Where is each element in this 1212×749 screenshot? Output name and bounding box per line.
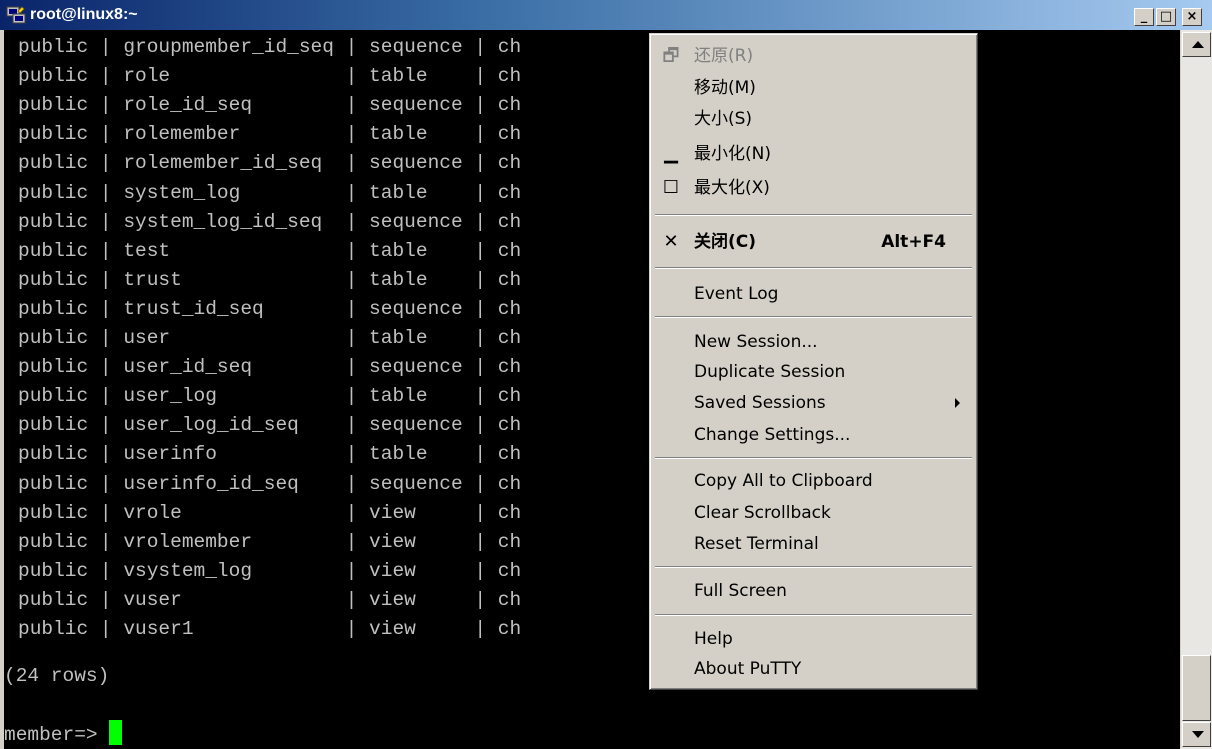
table-row: public | vuser | view | ch — [18, 588, 522, 611]
menu-label-copy-all: Copy All to Clipboard — [694, 471, 873, 491]
menu-item-change-settings[interactable]: Change Settings... — [653, 421, 974, 449]
menu-item-about[interactable]: About PuTTY — [653, 655, 974, 683]
arrow-down-icon — [1192, 731, 1204, 738]
menu-separator — [655, 614, 972, 616]
menu-label-reset-terminal: Reset Terminal — [694, 534, 819, 554]
menu-item-close[interactable]: ✕ 关闭(C) Alt+F4 — [653, 228, 974, 256]
table-row: public | user_log | table | ch — [18, 385, 522, 408]
menu-label-full-screen: Full Screen — [694, 581, 787, 601]
menu-label-clear-scrollback: Clear Scrollback — [694, 503, 831, 523]
title-bar[interactable]: root@linux8:~ _ □ × — [0, 0, 1212, 30]
table-row: public | user | table | ch — [18, 327, 522, 349]
menu-label-change-settings: Change Settings... — [694, 425, 851, 445]
minimize-glyph: _ — [1140, 9, 1148, 24]
table-row: public | trust | table | ch — [18, 268, 522, 291]
table-row: public | test | table | ch — [18, 239, 522, 262]
menu-item-clear-scrollback[interactable]: Clear Scrollback — [653, 499, 974, 527]
maximize-icon: ☐ — [662, 177, 680, 198]
minimize-icon: ▁ — [664, 143, 678, 164]
table-row: public | vrole | view | ch — [18, 501, 522, 524]
close-icon: ✕ — [663, 231, 679, 252]
prompt-text: member=> — [4, 724, 110, 746]
menu-item-help[interactable]: Help — [653, 625, 974, 653]
scroll-down-button[interactable] — [1182, 722, 1211, 747]
menu-label-minimize: 最小化(N) — [694, 144, 771, 164]
table-row: public | role | table | ch — [18, 65, 522, 88]
row-count-line: (24 rows) — [4, 665, 110, 687]
minimize-button[interactable]: _ — [1134, 8, 1154, 26]
menu-item-event-log[interactable]: Event Log — [653, 280, 974, 308]
table-row: public | groupmember_id_seq | sequence |… — [18, 36, 522, 58]
prompt-line: member=> — [4, 720, 123, 749]
terminal-cursor — [109, 720, 123, 745]
menu-separator — [655, 267, 972, 269]
scrollbar-thumb[interactable] — [1182, 655, 1211, 721]
menu-label-event-log: Event Log — [694, 284, 779, 304]
table-row: public | userinfo_id_seq | sequence | ch — [18, 472, 522, 495]
menu-label-duplicate-session: Duplicate Session — [694, 362, 846, 382]
table-row: public | role_id_seq | sequence | ch — [18, 94, 522, 117]
terminal-screen[interactable]: public | groupmember_id_seq | sequence |… — [4, 30, 1180, 749]
table-row: public | rolemember | table | ch — [18, 123, 522, 146]
menu-item-new-session[interactable]: New Session... — [653, 328, 974, 356]
maximize-button[interactable]: □ — [1156, 8, 1176, 26]
menu-item-minimize[interactable]: ▁ 最小化(N) — [653, 140, 974, 168]
menu-label-close: 关闭(C) — [694, 232, 757, 252]
scroll-up-button[interactable] — [1182, 32, 1211, 57]
table-row: public | user_log_id_seq | sequence | ch — [18, 414, 522, 437]
table-row: public | trust_id_seq | sequence | ch — [18, 297, 522, 320]
menu-item-restore[interactable]: 🗗 还原(R) — [653, 42, 974, 70]
table-row: public | rolemember_id_seq | sequence | … — [18, 152, 522, 175]
menu-label-restore: 还原(R) — [694, 46, 754, 66]
menu-item-size[interactable]: 大小(S) — [653, 105, 974, 133]
table-row: public | system_log_id_seq | sequence | … — [18, 210, 522, 233]
menu-label-saved-sessions: Saved Sessions — [694, 393, 826, 413]
submenu-arrow-icon — [955, 398, 960, 408]
table-row: public | vsystem_log | view | ch — [18, 559, 522, 582]
menu-item-duplicate-session[interactable]: Duplicate Session — [653, 358, 974, 386]
close-button[interactable]: × — [1182, 8, 1202, 26]
restore-icon: 🗗 — [662, 45, 680, 66]
table-row: public | system_log | table | ch — [18, 181, 522, 204]
table-row: public | userinfo | table | ch — [18, 443, 522, 466]
menu-item-maximize[interactable]: ☐ 最大化(X) — [653, 174, 974, 202]
menu-label-about: About PuTTY — [694, 659, 802, 679]
table-row: public | vuser1 | view | ch — [18, 618, 522, 640]
menu-item-full-screen[interactable]: Full Screen — [653, 577, 974, 605]
menu-separator — [655, 457, 972, 459]
menu-separator — [655, 566, 972, 568]
menu-label-help: Help — [694, 629, 733, 649]
menu-accelerator-close: Alt+F4 — [881, 232, 946, 252]
putty-window: root@linux8:~ _ □ × public | groupmember… — [0, 0, 1212, 749]
menu-item-saved-sessions[interactable]: Saved Sessions — [653, 389, 974, 417]
putty-app-icon[interactable] — [6, 5, 26, 25]
vertical-scrollbar[interactable] — [1181, 30, 1212, 749]
close-glyph: × — [1186, 9, 1198, 24]
table-row: public | user_id_seq | sequence | ch — [18, 356, 522, 379]
maximize-glyph: □ — [1159, 9, 1173, 24]
menu-item-reset-terminal[interactable]: Reset Terminal — [653, 530, 974, 558]
arrow-up-icon — [1192, 41, 1204, 48]
menu-item-move[interactable]: 移动(M) — [653, 74, 974, 102]
menu-label-maximize: 最大化(X) — [694, 178, 770, 198]
menu-separator — [655, 214, 972, 216]
table-row: public | vrolemember | view | ch — [18, 530, 522, 553]
system-context-menu: 🗗 还原(R) 移动(M) 大小(S) ▁ 最小化(N) ☐ 最大化(X) ✕ … — [649, 33, 978, 690]
menu-label-move: 移动(M) — [694, 78, 756, 98]
menu-separator — [655, 316, 972, 318]
menu-label-size: 大小(S) — [694, 109, 753, 129]
menu-label-new-session: New Session... — [694, 332, 818, 352]
window-title: root@linux8:~ — [30, 6, 138, 23]
menu-item-copy-all[interactable]: Copy All to Clipboard — [653, 467, 974, 495]
